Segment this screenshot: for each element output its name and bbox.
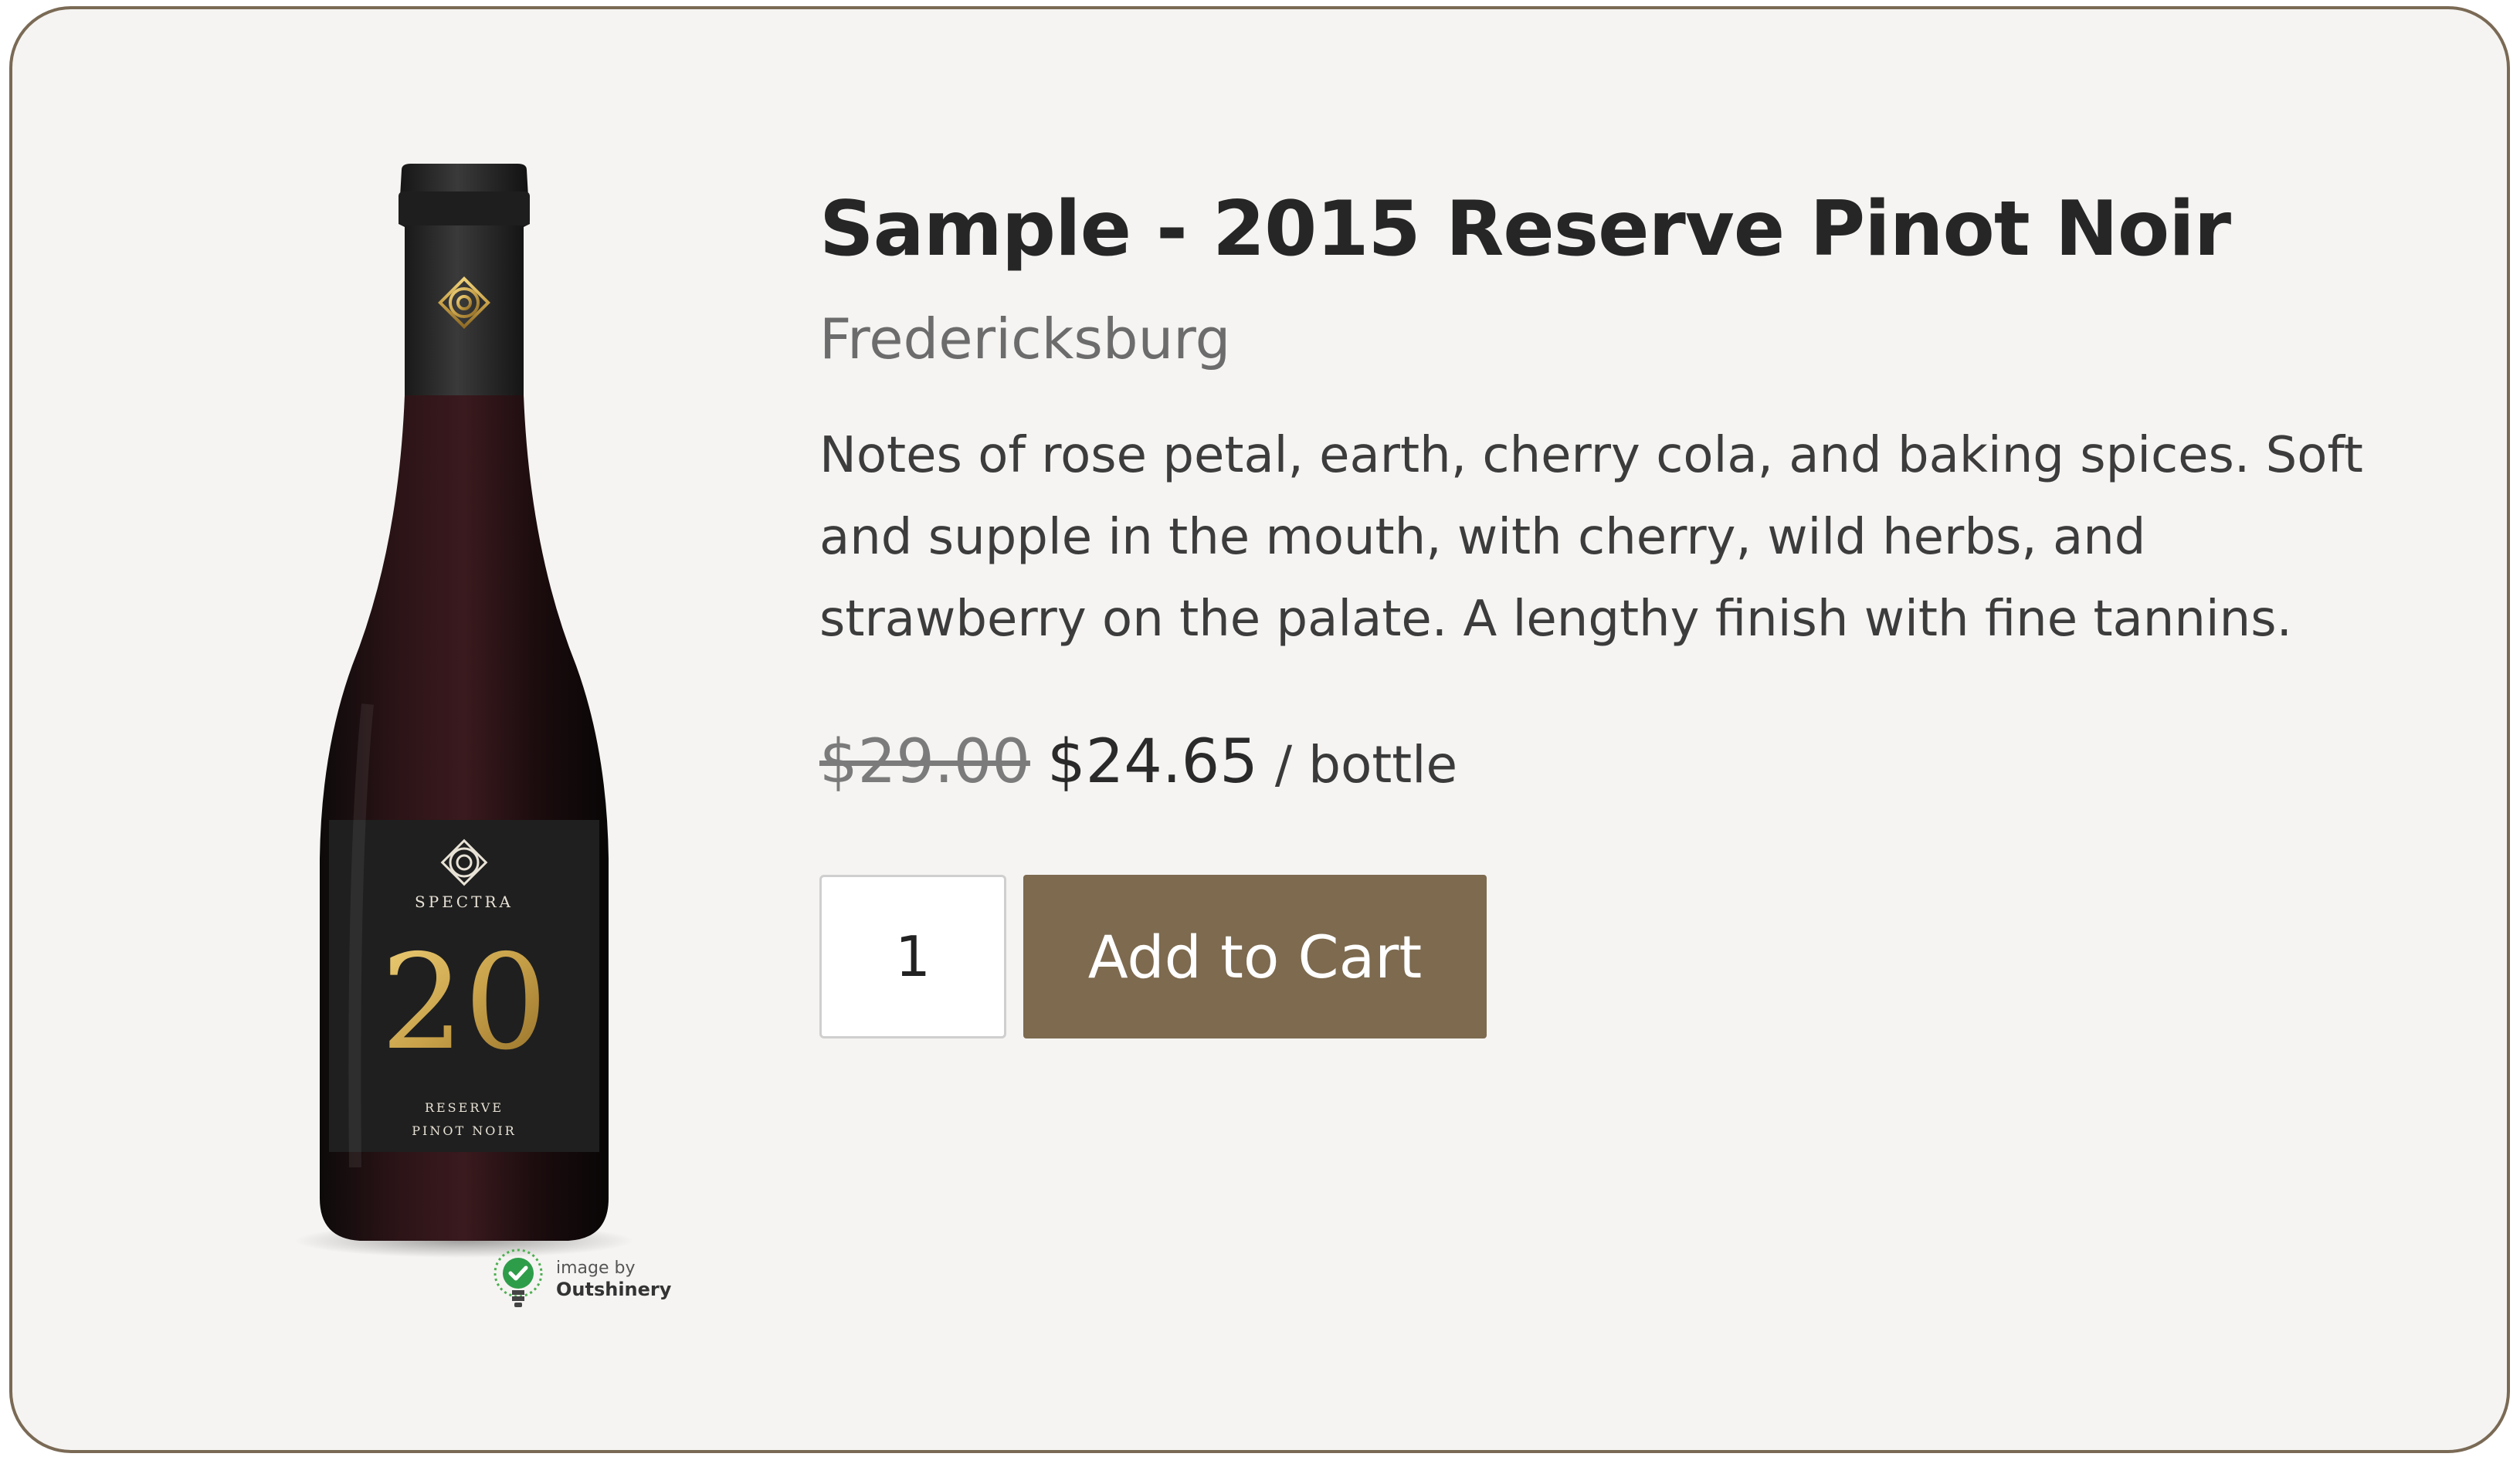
credit-brand: Outshinery [556, 1279, 672, 1300]
product-info: Sample - 2015 Reserve Pinot Noir Frederi… [819, 175, 2403, 1038]
product-description: Notes of rose petal, earth, cherry cola,… [819, 427, 2363, 648]
product-location: Fredericksburg [819, 307, 1231, 371]
product-card: SPECTRA 20 RESERVE PINOT NOIR image by O… [9, 6, 2510, 1453]
product-title: Sample - 2015 Reserve Pinot Noir [819, 185, 2231, 273]
original-price: $29.00 [819, 727, 1030, 797]
label-line1-text: RESERVE [425, 1100, 504, 1115]
label-line2-text: PINOT NOIR [412, 1123, 516, 1138]
cart-controls: Add to Cart [819, 875, 2403, 1038]
credit-caption: image by [556, 1259, 636, 1278]
image-credit: image by Outshinery [491, 1248, 671, 1310]
label-brand-text: SPECTRA [415, 893, 514, 911]
sale-price: $24.65 [1046, 727, 1258, 797]
quantity-input[interactable] [819, 875, 1006, 1038]
wine-bottle-image: SPECTRA 20 RESERVE PINOT NOIR [294, 164, 634, 1258]
price-unit: / bottle [1274, 735, 1458, 794]
product-image: SPECTRA 20 RESERVE PINOT NOIR [275, 164, 677, 1322]
add-to-cart-button[interactable]: Add to Cart [1023, 875, 1487, 1038]
label-number-text: 20 [381, 927, 548, 1079]
price-row: $29.00 $24.65 / bottle [819, 723, 2403, 804]
lightbulb-icon [493, 1248, 543, 1307]
